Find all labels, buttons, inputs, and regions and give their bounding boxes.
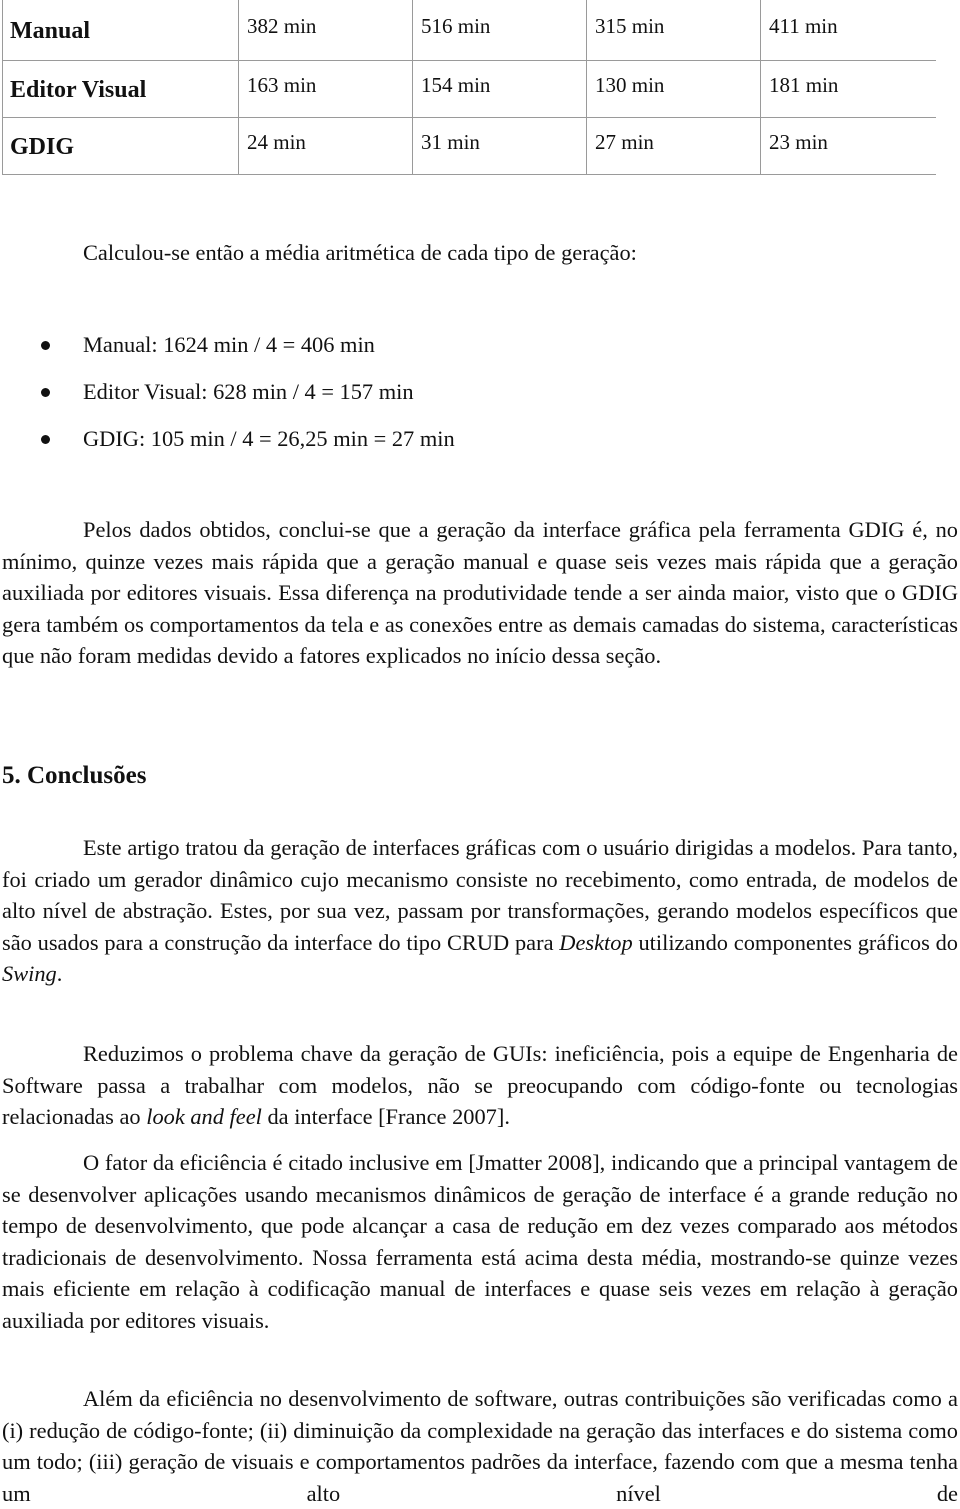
- table-cell: 516 min: [412, 0, 587, 61]
- bullet-icon: [41, 341, 50, 350]
- list-item: GDIG: 105 min / 4 = 26,25 min = 27 min: [0, 424, 455, 471]
- section-heading: 5. Conclusões: [2, 762, 147, 789]
- table-cell: 411 min: [760, 0, 936, 61]
- table-cell: 23 min: [760, 117, 936, 175]
- bullet-icon: [41, 435, 50, 444]
- table-cell: 27 min: [586, 117, 761, 175]
- paragraph-text: .: [56, 961, 63, 987]
- conclusion-paragraph-4: Além da eficiência no desenvolvimento de…: [2, 1383, 958, 1509]
- table-cell: 130 min: [586, 60, 761, 118]
- conclusion-paragraph-1: Este artigo tratou da geração de interfa…: [2, 832, 958, 990]
- table-row: Editor Visual 163 min 154 min 130 min 18…: [2, 60, 936, 118]
- table-cell: 31 min: [412, 117, 587, 175]
- list-item: Editor Visual: 628 min / 4 = 157 min: [0, 377, 455, 424]
- conclusion-paragraph-2: Reduzimos o problema chave da geração de…: [2, 1038, 958, 1133]
- results-paragraph: Pelos dados obtidos, conclui-se que a ge…: [2, 514, 958, 672]
- paragraph-text: Além da eficiência no desenvolvimento de…: [2, 1386, 958, 1506]
- paragraph-text: Pelos dados obtidos, conclui-se que a ge…: [2, 517, 958, 669]
- italic-term: look and feel: [146, 1104, 262, 1130]
- list-item: Manual: 1624 min / 4 = 406 min: [0, 330, 455, 377]
- table-cell: 181 min: [760, 60, 936, 118]
- paragraph-text: O fator da eficiência é citado inclusive…: [2, 1150, 958, 1333]
- average-list: Manual: 1624 min / 4 = 406 min Editor Vi…: [0, 330, 455, 471]
- bullet-icon: [41, 388, 50, 397]
- timing-table: Manual 382 min 516 min 315 min 411 min E…: [2, 0, 936, 175]
- table-cell: 382 min: [238, 0, 413, 61]
- italic-term: Desktop: [559, 929, 633, 955]
- intro-text: Calculou-se então a média aritmética de …: [83, 240, 637, 265]
- list-item-text: Manual: 1624 min / 4 = 406 min: [83, 332, 375, 357]
- paragraph-text: da interface [France 2007].: [261, 1104, 510, 1130]
- row-label: Manual: [2, 0, 239, 61]
- table-row: GDIG 24 min 31 min 27 min 23 min: [2, 117, 936, 175]
- paragraph-text: utilizando componentes gráficos do: [632, 929, 959, 955]
- row-label: GDIG: [2, 117, 239, 175]
- italic-term: Swing: [2, 961, 57, 987]
- table-cell: 315 min: [586, 0, 761, 61]
- table-cell: 24 min: [238, 117, 413, 175]
- row-label: Editor Visual: [2, 60, 239, 118]
- table-cell: 163 min: [238, 60, 413, 118]
- list-item-text: Editor Visual: 628 min / 4 = 157 min: [83, 379, 414, 404]
- table-cell: 154 min: [412, 60, 587, 118]
- list-item-text: GDIG: 105 min / 4 = 26,25 min = 27 min: [83, 426, 455, 451]
- conclusion-paragraph-3: O fator da eficiência é citado inclusive…: [2, 1147, 958, 1337]
- table-row: Manual 382 min 516 min 315 min 411 min: [2, 0, 936, 61]
